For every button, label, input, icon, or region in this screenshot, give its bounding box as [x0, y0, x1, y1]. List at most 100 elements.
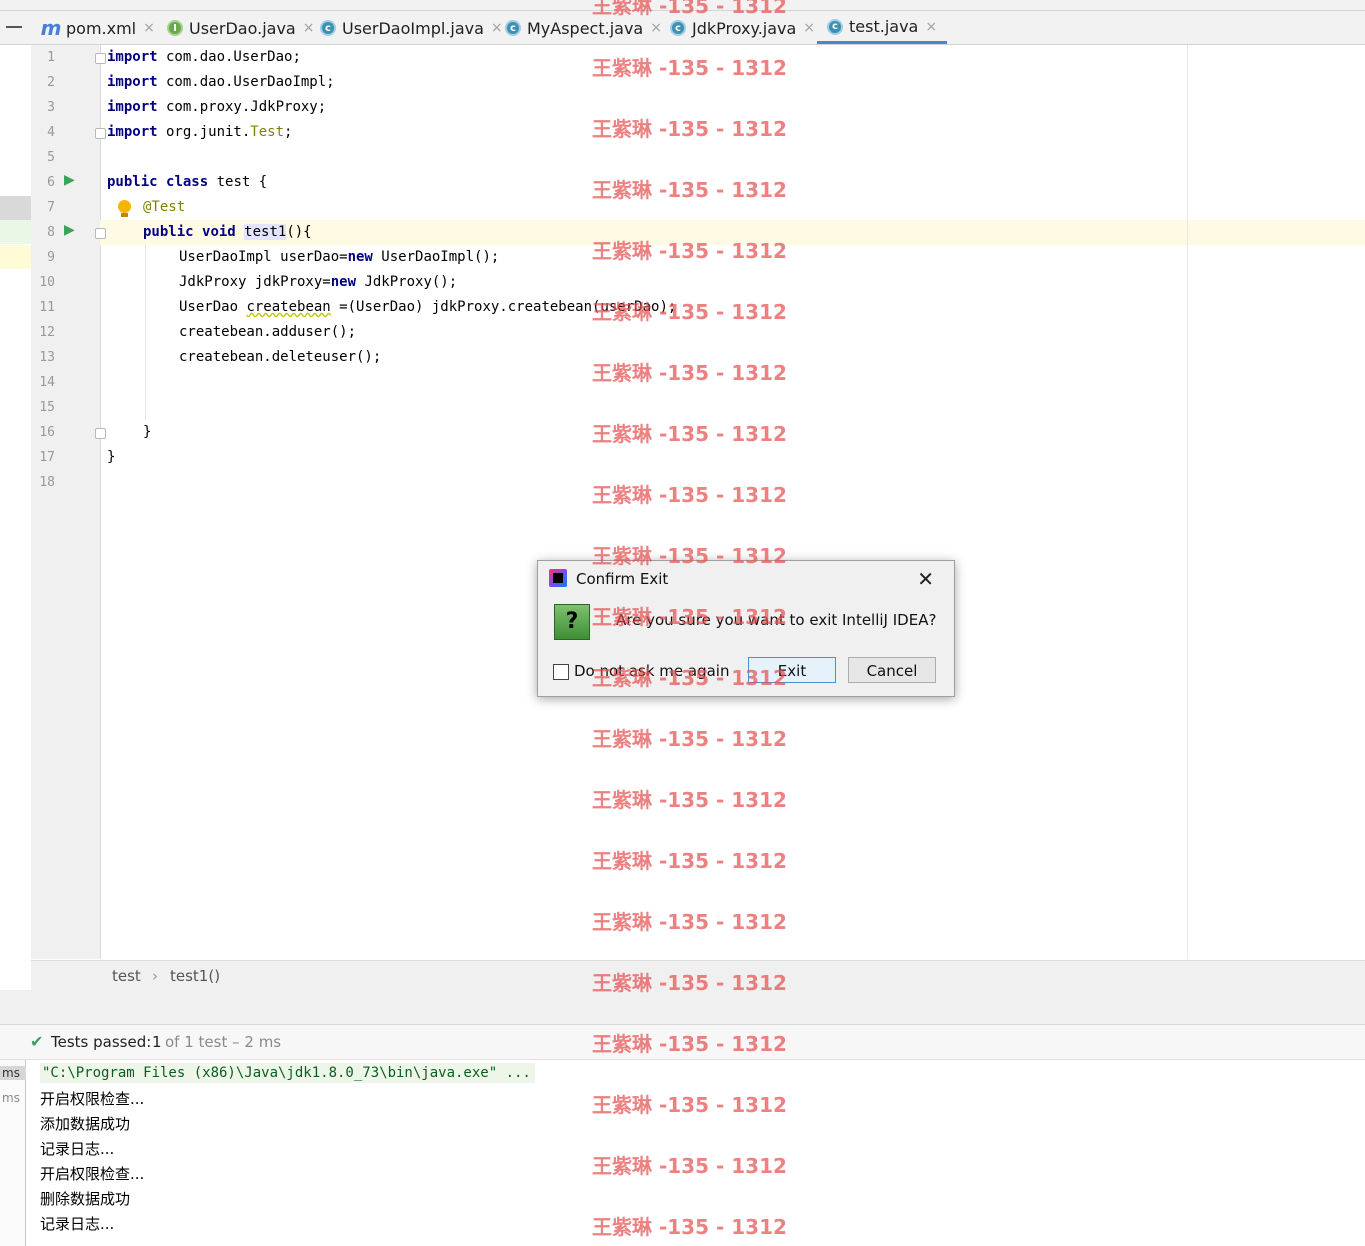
code-line: import com.proxy.JdkProxy;	[107, 95, 326, 120]
close-icon[interactable]: ✕	[917, 567, 934, 591]
code-line: import com.dao.UserDao;	[107, 45, 301, 70]
line-number: 2	[47, 75, 55, 90]
run-test-icon[interactable]: ▶	[64, 172, 75, 188]
line-number: 12	[39, 325, 55, 340]
strip-marker	[0, 245, 31, 269]
tab-label: test.java	[849, 17, 919, 36]
duration-label: ms	[0, 1066, 26, 1080]
code-text: org.junit.	[157, 124, 251, 140]
keyword: new	[347, 249, 373, 265]
line-number: 6	[47, 175, 55, 190]
minimize-icon[interactable]	[6, 26, 22, 28]
method-name: test1	[244, 224, 287, 240]
watermark: 王紫琳 -135 - 1312	[592, 117, 787, 141]
line-number: 18	[39, 475, 55, 490]
code-text: createbean	[246, 299, 331, 315]
line-number: 15	[39, 400, 55, 415]
line-number: 13	[39, 350, 55, 365]
tab-pom-xml[interactable]: m pom.xml ×	[41, 12, 155, 44]
dialog-title: Confirm Exit	[576, 570, 669, 588]
line-number: 4	[47, 125, 55, 140]
line-number: 1	[47, 50, 55, 65]
close-icon[interactable]: ×	[650, 20, 662, 36]
line-number: 7	[47, 200, 55, 215]
code-text: ;	[284, 124, 293, 140]
code-text: com.dao.UserDao;	[157, 49, 301, 65]
intellij-icon	[549, 569, 567, 587]
line-number: 10	[39, 275, 55, 290]
code-text: com.dao.UserDaoImpl;	[157, 74, 335, 90]
confirm-exit-dialog: Confirm Exit ✕ ? Are you sure you want t…	[537, 560, 955, 697]
breadcrumb-item[interactable]: test1()	[170, 967, 220, 985]
console-line: 开启权限检查...	[40, 1165, 145, 1183]
close-icon[interactable]: ×	[491, 20, 503, 36]
code-line: import org.junit.Test;	[107, 120, 292, 145]
tests-passed-count: 1	[152, 1033, 162, 1051]
watermark: 王紫琳 -135 - 1312	[592, 1154, 787, 1178]
line-number: 17	[39, 450, 55, 465]
tab-test-java[interactable]: c test.java ×	[817, 12, 948, 44]
indent-guide	[145, 245, 146, 420]
test-class-icon: c	[827, 18, 843, 35]
tab-userdaoimpl[interactable]: c UserDaoImpl.java ×	[320, 12, 503, 44]
console-line: 记录日志...	[40, 1140, 115, 1158]
class-icon: c	[320, 20, 336, 36]
watermark: 王紫琳 -135 - 1312	[592, 56, 787, 80]
lightbulb-icon[interactable]	[118, 200, 131, 213]
breadcrumb-item[interactable]: test	[112, 967, 141, 985]
line-number: 3	[47, 100, 55, 115]
fold-marker-icon[interactable]	[95, 53, 106, 64]
checkbox-label[interactable]: Do not ask me again	[574, 662, 729, 680]
line-number: 5	[47, 150, 55, 165]
code-text: Test	[250, 124, 285, 140]
code-line: JdkProxy jdkProxy=new JdkProxy();	[179, 270, 457, 295]
keyword: class	[166, 174, 209, 190]
tab-userdao[interactable]: I UserDao.java ×	[167, 12, 314, 44]
tab-label: UserDaoImpl.java	[342, 18, 484, 38]
code-text: (){	[286, 224, 312, 240]
run-test-icon[interactable]: ▶	[64, 222, 75, 238]
line-number: 11	[39, 300, 55, 315]
watermark: 王紫琳 -135 - 1312	[592, 422, 787, 446]
tab-myaspect[interactable]: c MyAspect.java ×	[505, 12, 662, 44]
dialog-message: Are you sure you want to exit IntelliJ I…	[616, 611, 937, 629]
console-line: 添加数据成功	[40, 1115, 131, 1133]
close-icon[interactable]: ×	[143, 20, 155, 36]
panel-splitter[interactable]	[0, 990, 1365, 1025]
close-icon[interactable]: ×	[303, 20, 315, 36]
exit-button[interactable]: Exit	[748, 657, 836, 683]
fold-marker-icon[interactable]	[95, 428, 106, 439]
code-text: JdkProxy jdkProxy=	[179, 274, 331, 290]
do-not-ask-checkbox[interactable]	[553, 664, 569, 680]
keyword: import	[107, 74, 158, 90]
fold-marker-icon[interactable]	[95, 228, 106, 239]
test-tree[interactable]: ms ms	[0, 1060, 26, 1246]
code-text: JdkProxy();	[356, 274, 458, 290]
fold-marker-icon[interactable]	[95, 128, 106, 139]
code-line: @Test	[143, 199, 186, 215]
keyword: import	[107, 124, 158, 140]
keyword: void	[202, 224, 236, 240]
watermark: 王紫琳 -135 - 1312	[592, 727, 787, 751]
check-icon: ✔	[30, 1032, 44, 1051]
line-number: 14	[39, 375, 55, 390]
code-text: com.proxy.JdkProxy;	[157, 99, 327, 115]
watermark: 王紫琳 -135 - 1312	[592, 178, 787, 202]
divider	[0, 10, 1365, 11]
tab-jdkproxy[interactable]: c JdkProxy.java ×	[670, 12, 815, 44]
code-text: UserDao	[179, 299, 247, 315]
code-line: }	[107, 449, 116, 465]
code-text: =(UserDao) jdkProxy.createbean(userDao);	[330, 299, 677, 315]
close-icon[interactable]: ×	[803, 20, 815, 36]
cancel-button[interactable]: Cancel	[848, 657, 936, 683]
code-line: public class test {	[107, 170, 267, 195]
close-icon[interactable]: ×	[925, 19, 937, 35]
code-line: }	[143, 424, 152, 440]
test-status-bar: ✔ Tests passed: 1 of 1 test – 2 ms	[0, 1025, 1365, 1060]
right-margin-guide	[1187, 45, 1188, 959]
code-line: createbean.deleteuser();	[179, 349, 382, 365]
keyword: import	[107, 99, 158, 115]
code-line: public void test1(){	[143, 220, 312, 245]
watermark: 王紫琳 -135 - 1312	[592, 849, 787, 873]
console-line: 记录日志...	[40, 1215, 115, 1233]
